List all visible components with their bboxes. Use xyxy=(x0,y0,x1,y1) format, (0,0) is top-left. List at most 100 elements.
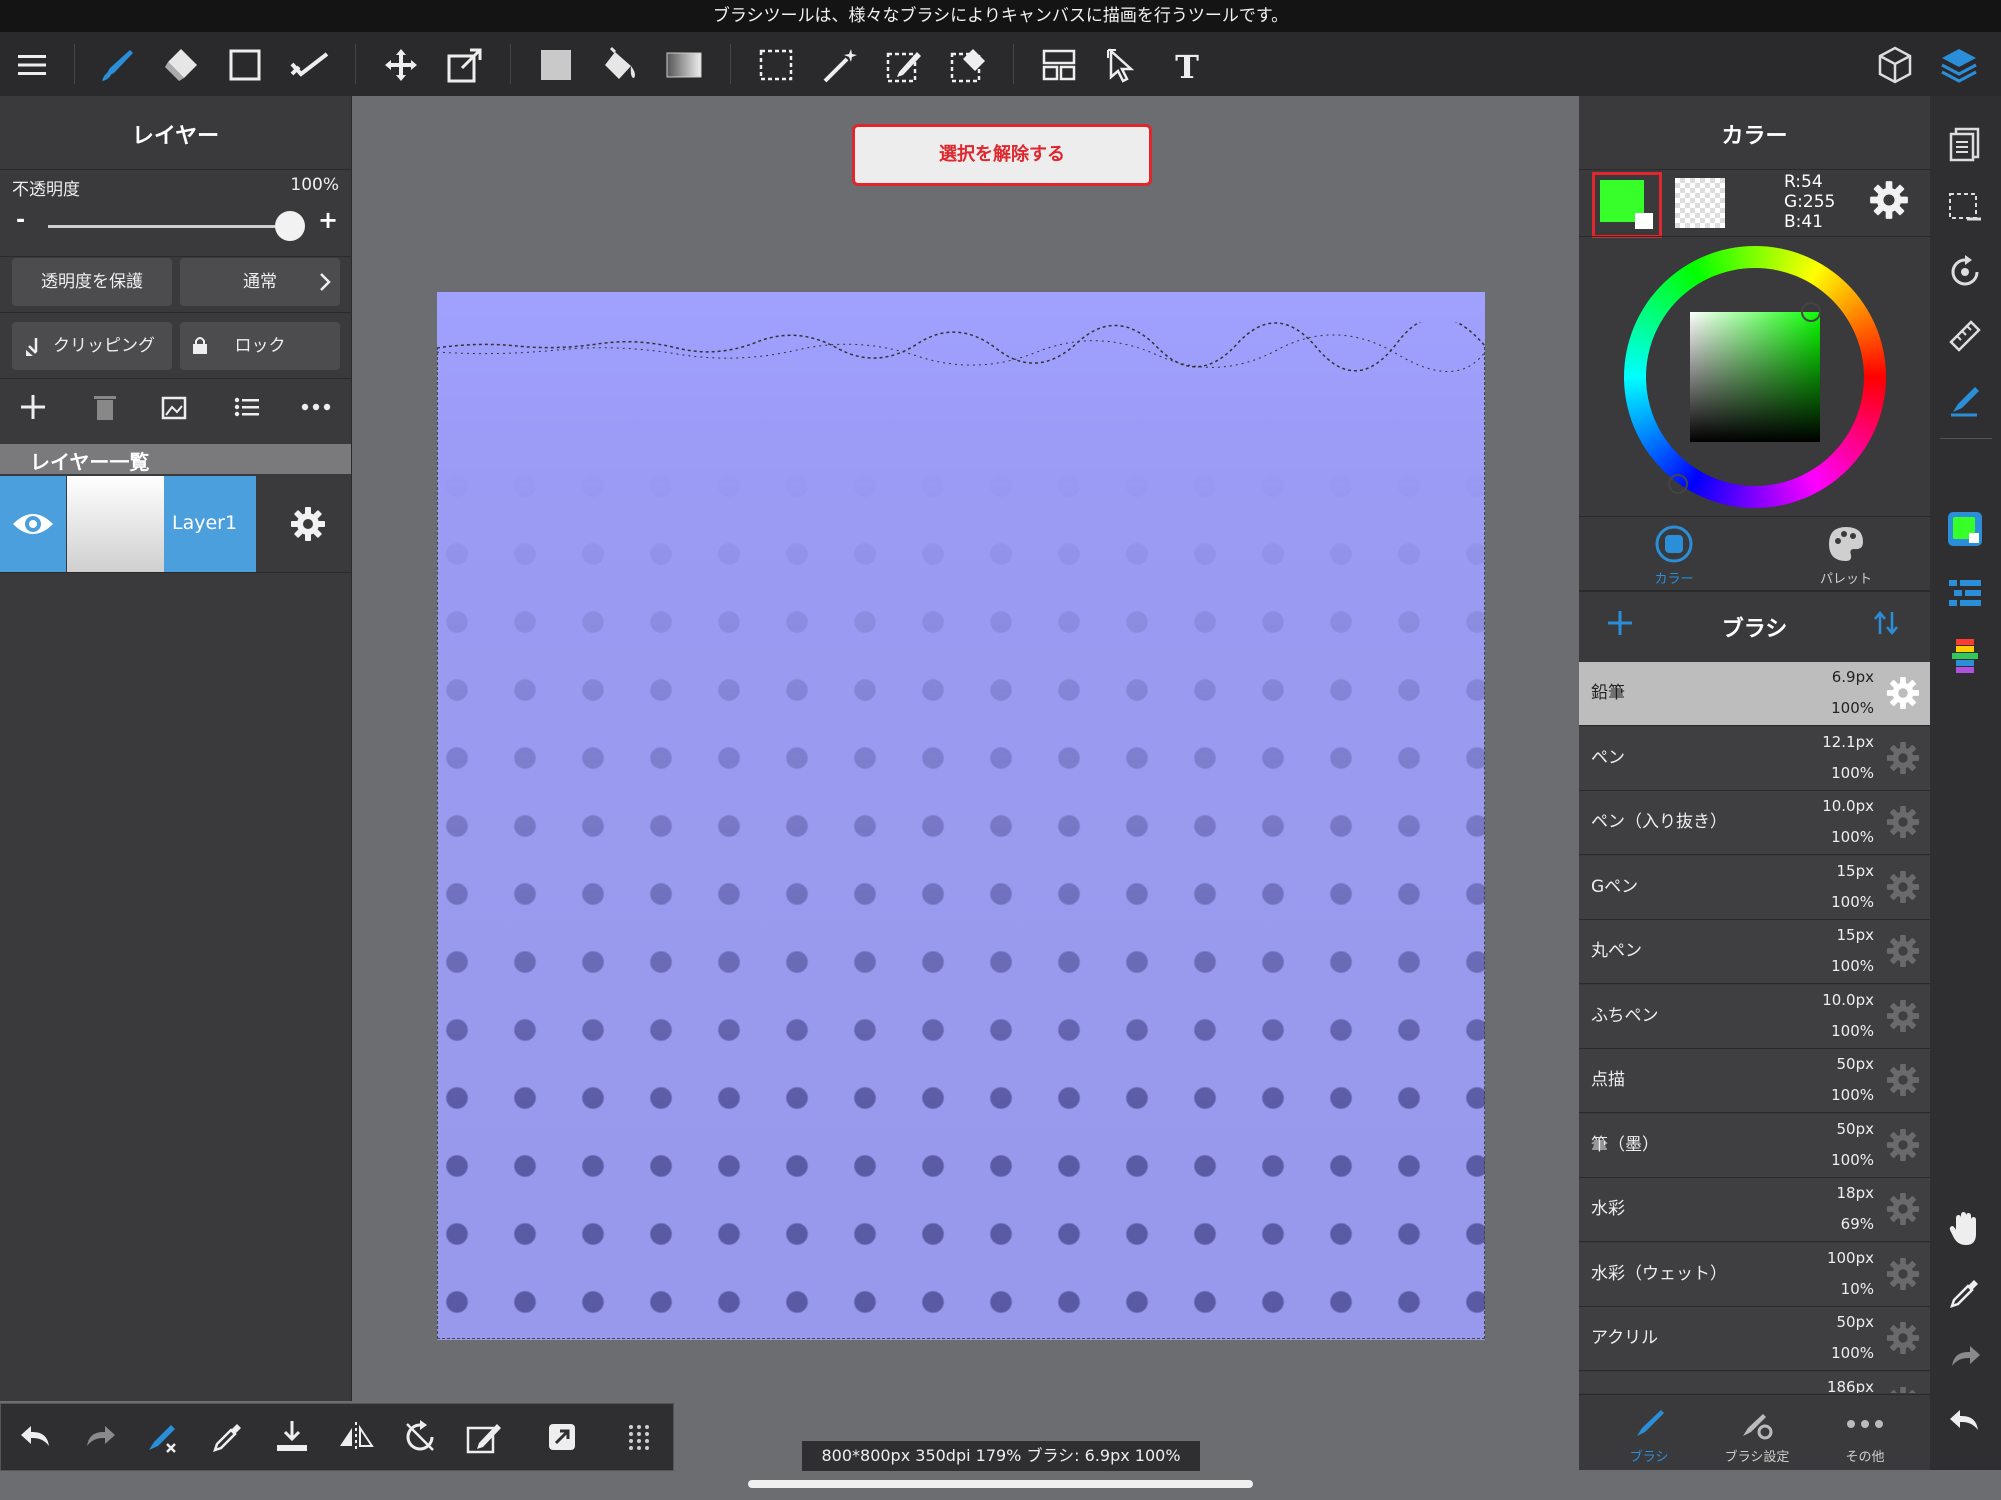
eraser-icon[interactable] xyxy=(158,42,204,88)
clipping-button[interactable]: クリッピング xyxy=(12,322,172,370)
hand-icon[interactable] xyxy=(1942,1206,1988,1252)
tab-brush[interactable]: ブラシ xyxy=(1609,1406,1689,1466)
color-window-icon[interactable] xyxy=(1942,506,1988,552)
color-settings-icon[interactable] xyxy=(1869,180,1909,224)
brush-row[interactable]: ペン 12.1px 100% xyxy=(1579,726,1930,791)
layers-icon[interactable] xyxy=(1936,42,1982,88)
eyedropper-icon[interactable] xyxy=(1942,1270,1988,1316)
snap-brush-icon[interactable] xyxy=(1942,377,1988,423)
brush-row[interactable]: 鉛筆 6.9px 100% xyxy=(1579,662,1930,726)
select-rect-icon[interactable] xyxy=(753,42,799,88)
move-icon[interactable] xyxy=(378,42,424,88)
layer-settings-icon[interactable] xyxy=(290,506,326,546)
color-panel-title: カラー xyxy=(1721,124,1788,149)
brush-list-toggle-icon[interactable] xyxy=(1942,570,1988,616)
grid-menu-icon[interactable] xyxy=(616,1414,662,1460)
share-icon[interactable] xyxy=(539,1414,585,1460)
layer-image-icon[interactable] xyxy=(160,392,190,426)
eyedropper-icon[interactable] xyxy=(205,1414,251,1460)
brush-row[interactable]: 筆（墨） 50px 100% xyxy=(1579,1113,1930,1178)
sort-brush-icon[interactable] xyxy=(1871,608,1901,642)
trash-icon[interactable] xyxy=(90,392,120,426)
opacity-minus-button[interactable]: - xyxy=(16,208,25,233)
protect-alpha-button[interactable]: 透明度を保護 xyxy=(12,258,172,306)
undo-icon[interactable] xyxy=(1942,1398,1988,1444)
selection-layer-icon[interactable] xyxy=(1942,185,1988,231)
shape-icon[interactable] xyxy=(222,42,268,88)
brush-settings-gear-icon[interactable] xyxy=(1886,1063,1920,1097)
hue-picker-handle[interactable] xyxy=(1668,474,1688,494)
layer-row[interactable]: Layer1 xyxy=(0,476,351,572)
brush-switch-icon[interactable] xyxy=(141,1414,187,1460)
opacity-slider-track[interactable] xyxy=(48,225,295,228)
menu-icon[interactable] xyxy=(9,42,55,88)
deselect-button[interactable]: 選択を解除する xyxy=(852,124,1152,186)
eye-icon[interactable] xyxy=(0,476,66,572)
sv-picker-handle[interactable] xyxy=(1801,302,1821,322)
fill-color-icon[interactable] xyxy=(533,42,579,88)
brush-icon[interactable] xyxy=(94,42,140,88)
brush-row[interactable]: アクリル 50px 100% xyxy=(1579,1307,1930,1371)
brush-row[interactable]: 186px xyxy=(1579,1371,1930,1393)
layout-icon[interactable] xyxy=(1036,42,1082,88)
operation-icon[interactable] xyxy=(1100,42,1146,88)
brush-settings-gear-icon[interactable] xyxy=(1886,1321,1920,1355)
select-eraser-icon[interactable] xyxy=(945,42,991,88)
brush-settings-gear-icon[interactable] xyxy=(1886,676,1920,710)
correction-icon[interactable] xyxy=(286,42,332,88)
brush-settings-gear-icon[interactable] xyxy=(1886,870,1920,904)
brush-row[interactable]: ペン（入り抜き） 10.0px 100% xyxy=(1579,791,1930,855)
brush-settings-gear-icon[interactable] xyxy=(1886,1257,1920,1291)
brush-row[interactable]: ふちペン 10.0px 100% xyxy=(1579,984,1930,1049)
brush-row[interactable]: 水彩 18px 69% xyxy=(1579,1178,1930,1242)
secondary-color-swatch[interactable] xyxy=(1675,178,1725,228)
home-indicator[interactable] xyxy=(748,1480,1253,1488)
rgb-readout: R:54 G:255 B:41 xyxy=(1784,172,1835,232)
brush-row[interactable]: 丸ペン 15px 100% xyxy=(1579,920,1930,984)
brush-settings-gear-icon[interactable] xyxy=(1886,1386,1920,1393)
more-icon[interactable] xyxy=(300,392,332,426)
brush-settings-gear-icon[interactable] xyxy=(1886,1192,1920,1226)
text-icon[interactable]: T xyxy=(1164,42,1210,88)
brush-settings-gear-icon[interactable] xyxy=(1886,999,1920,1033)
magic-wand-icon[interactable] xyxy=(817,42,863,88)
brush-row[interactable]: 水彩（ウェット） 100px 10% xyxy=(1579,1242,1930,1307)
lock-button[interactable]: ロック xyxy=(180,322,340,370)
rotate-reset-icon[interactable] xyxy=(397,1414,443,1460)
brush-settings-gear-icon[interactable] xyxy=(1886,805,1920,839)
brush-settings-gear-icon[interactable] xyxy=(1886,1128,1920,1162)
tab-brush-settings[interactable]: ブラシ設定 xyxy=(1712,1406,1802,1466)
transform-icon[interactable] xyxy=(442,42,488,88)
brush-row[interactable]: Gペン 15px 100% xyxy=(1579,855,1930,920)
redo-icon[interactable] xyxy=(77,1414,123,1460)
brush-settings-gear-icon[interactable] xyxy=(1886,741,1920,775)
3d-icon[interactable] xyxy=(1872,42,1918,88)
select-pen-icon[interactable] xyxy=(881,42,927,88)
tab-other[interactable]: その他 xyxy=(1825,1406,1905,1466)
gradient-icon[interactable] xyxy=(661,42,707,88)
pages-icon[interactable] xyxy=(1942,121,1988,167)
drawing-canvas[interactable] xyxy=(437,292,1485,1340)
opacity-slider-thumb[interactable] xyxy=(275,211,305,241)
tab-color[interactable]: カラー xyxy=(1629,524,1719,587)
primary-color-swatch[interactable] xyxy=(1592,172,1662,238)
tab-palette[interactable]: パレット xyxy=(1801,524,1891,587)
redo-icon[interactable] xyxy=(1942,1334,1988,1380)
brush-settings-gear-icon[interactable] xyxy=(1886,934,1920,968)
bucket-icon[interactable] xyxy=(597,42,643,88)
blend-mode-button[interactable]: 通常 xyxy=(180,258,340,306)
edit-layer-icon[interactable] xyxy=(461,1414,507,1460)
ruler-icon[interactable] xyxy=(1942,313,1988,359)
layer-panel: レイヤー 不透明度 100% - + 透明度を保護 通常 クリッピング ロック … xyxy=(0,96,352,1401)
flip-horizontal-icon[interactable] xyxy=(333,1414,379,1460)
rotate-canvas-icon[interactable] xyxy=(1942,249,1988,295)
saturation-value-square[interactable] xyxy=(1690,312,1820,442)
add-layer-icon[interactable] xyxy=(18,392,48,426)
undo-icon[interactable] xyxy=(13,1414,59,1460)
save-download-icon[interactable] xyxy=(269,1414,315,1460)
opacity-plus-button[interactable]: + xyxy=(318,206,338,234)
layer-list-icon[interactable] xyxy=(232,392,262,426)
palette-toggle-icon[interactable] xyxy=(1942,634,1988,680)
layer-name-cell[interactable]: Layer1 xyxy=(164,476,256,572)
brush-row[interactable]: 点描 50px 100% xyxy=(1579,1049,1930,1113)
